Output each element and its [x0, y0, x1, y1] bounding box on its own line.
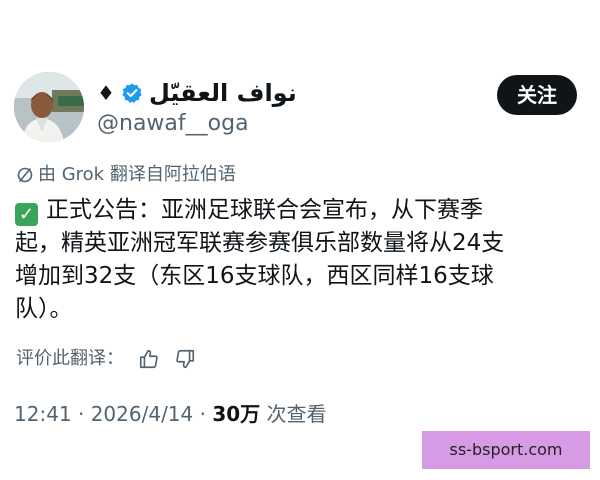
timestamp-row: 12:41 · 2026/4/14 · 30万 次查看 [14, 400, 327, 428]
tweet-text: ✓ 正式公告：亚洲足球联合会宣布，从下赛季 起，精英亚洲冠军联赛参赛俱乐部数量将从… [15, 194, 575, 326]
follow-button[interactable]: 关注 [497, 75, 577, 115]
tweet-line: 增加到32支（东区16支球队，西区同样16支球 [15, 263, 494, 289]
translation-note: 由 Grok 翻译自阿拉伯语 [16, 163, 236, 187]
rate-translation-row: 评价此翻译： [16, 346, 196, 372]
author-handle[interactable]: @nawaf__oga [97, 110, 249, 138]
flag-icon: ♦ [97, 81, 115, 105]
translate-icon [16, 166, 34, 184]
tweet-line: 队）。 [15, 296, 73, 322]
check-mark-icon: ✓ [15, 203, 38, 226]
translation-note-text: 由 Grok 翻译自阿拉伯语 [38, 164, 236, 185]
tweet-line: ✓ 正式公告：亚洲足球联合会宣布，从下赛季 [15, 194, 575, 227]
avatar-photo [14, 72, 84, 142]
rate-translation-label: 评价此翻译： [16, 348, 124, 369]
author-name-row: ♦ نواف العقيّل [97, 76, 297, 110]
watermark: ss-bsport.com [422, 431, 590, 469]
thumbs-up-icon[interactable] [138, 348, 160, 370]
tweet-line: 起，精英亚洲冠军联赛参赛俱乐部数量将从24支 [15, 230, 505, 256]
views-label: 次查看 [260, 402, 327, 426]
thumbs-down-icon[interactable] [174, 348, 196, 370]
verified-badge-icon [121, 82, 143, 104]
views-count: 30万 [212, 402, 261, 426]
author-display-name[interactable]: نواف العقيّل [149, 76, 297, 110]
tweet-line-text: 正式公告：亚洲足球联合会宣布，从下赛季 [46, 197, 483, 223]
avatar[interactable] [14, 72, 84, 142]
timestamp[interactable]: 12:41 · 2026/4/14 · [14, 402, 212, 426]
